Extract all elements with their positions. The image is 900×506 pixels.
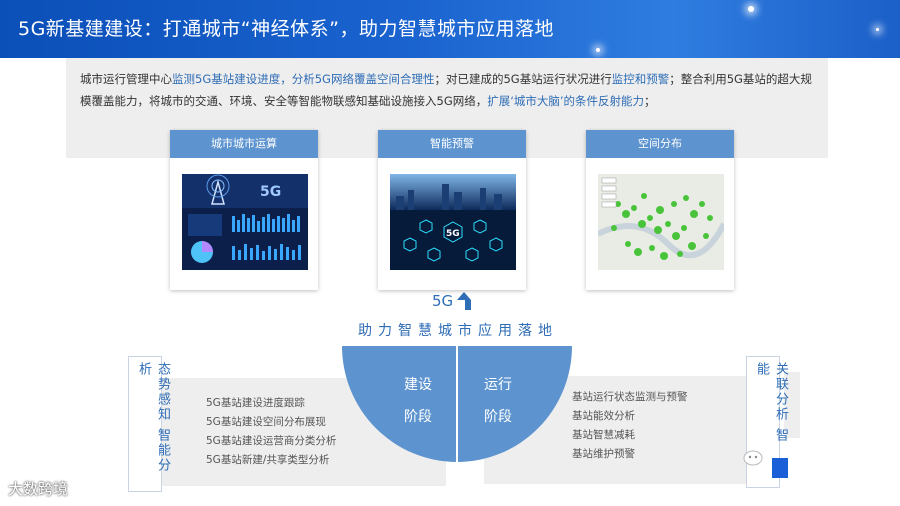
list-item: 5G基站建设运营商分类分析 <box>206 435 337 447</box>
map-image <box>598 174 724 270</box>
arrow-up-stem <box>465 300 471 310</box>
intro-text: ； <box>644 94 656 108</box>
stage-label: 阶段 <box>484 409 512 425</box>
stage-label: 阶段 <box>404 409 432 425</box>
img-5g-text: 5G <box>260 184 281 200</box>
header-banner: 5G新基建建设：打通城市“神经体系”，助力智慧城市应用落地 <box>0 0 900 58</box>
card-spatial-distribution: 空间分布 <box>586 130 734 290</box>
blue-square-decoration <box>772 458 788 478</box>
sparkle-decoration <box>596 48 600 52</box>
stage-label: 运行 <box>484 377 512 393</box>
intro-text: 城市运行管理中心 <box>80 72 172 86</box>
watermark-text: 大数跨境 <box>8 480 69 498</box>
intro-highlight: 监测5G基站建设进度，分析5G网络覆盖空间合理性 <box>172 72 435 86</box>
left-side-label: 态势感知 智能分析 <box>136 362 170 474</box>
arrow-up-icon <box>457 292 472 300</box>
sparkle-decoration <box>876 28 879 31</box>
wechat-icon <box>743 450 763 466</box>
card-city-computing: 城市城市运算 5G <box>170 130 318 290</box>
card-label: 智能预警 <box>378 130 526 158</box>
sparkle-decoration <box>748 6 754 12</box>
5g-up-label: 5G <box>432 292 472 310</box>
list-item: 5G基站建设空间分布展现 <box>206 416 326 428</box>
list-item: 5G基站新建/共享类型分析 <box>206 454 330 466</box>
intro-highlight: 扩展‘城市大脑’的条件反射 <box>487 94 622 108</box>
card-smart-warning: 智能预警 5G <box>378 130 526 290</box>
list-item: 基站能效分析 <box>572 410 635 422</box>
list-item: 5G基站建设进度跟踪 <box>206 397 305 409</box>
page-title: 5G新基建建设：打通城市“神经体系”，助力智慧城市应用落地 <box>18 18 554 40</box>
smart-city-image: 5G <box>390 174 516 270</box>
intro-text: ；对已建成的5G基站运行状况进行 <box>434 72 612 86</box>
intro-text: ；整合利用 <box>669 72 727 86</box>
slogan: 助力智慧城市应用落地 <box>358 323 558 339</box>
list-item: 基站维护预警 <box>572 448 635 460</box>
construction-list: 5G基站建设进度跟踪 5G基站建设空间分布展现 5G基站建设运营商分类分析 5G… <box>206 394 336 470</box>
list-item: 基站智慧减耗 <box>572 429 635 441</box>
5g-text: 5G <box>432 292 454 310</box>
watermark-logo: 大数跨境 <box>8 478 68 499</box>
card-label: 城市城市运算 <box>170 130 318 158</box>
right-side-label: 关联分析 智能 <box>754 362 788 444</box>
intro-highlight: 监控和预警 <box>611 72 670 86</box>
operation-list: 基站运行状态监测与预警 基站能效分析 基站智慧减耗 基站维护预警 <box>572 388 688 464</box>
stage-divider <box>456 346 458 462</box>
intro-highlight: 能力 <box>621 94 645 108</box>
dashboard-image: 5G <box>182 174 308 270</box>
card-label: 空间分布 <box>586 130 734 158</box>
list-item: 基站运行状态监测与预警 <box>572 391 688 403</box>
img-5g-text: 5G <box>446 229 460 239</box>
stage-label: 建设 <box>404 377 432 393</box>
